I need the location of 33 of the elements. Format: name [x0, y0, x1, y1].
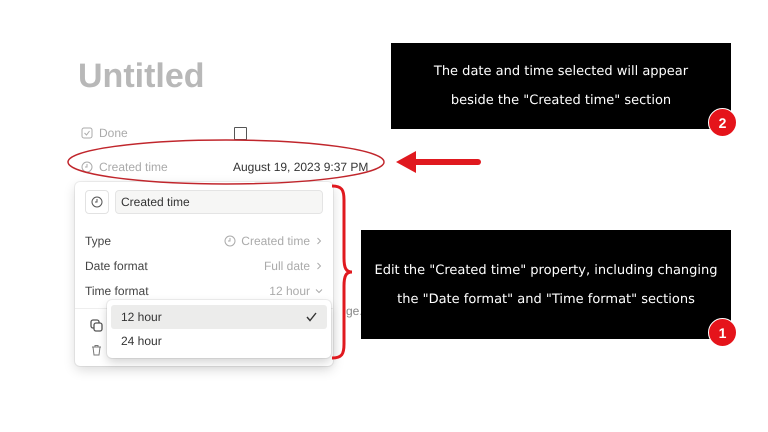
duplicate-icon[interactable]: [90, 319, 103, 332]
option-label: Type: [85, 234, 112, 248]
name-field[interactable]: Created time: [115, 190, 323, 214]
property-value: August 19, 2023 9:37 PM: [233, 160, 368, 174]
option-label: Date format: [85, 258, 148, 272]
step-badge: 2: [708, 108, 737, 137]
menu-option[interactable]: Date format Full date: [85, 253, 323, 278]
clock-icon: [224, 234, 236, 246]
annotation-text: Edit the "Created time" property, including changing the "Date format" and "Time format" sections: [373, 262, 718, 308]
check-icon: [306, 312, 317, 322]
chevron-right-icon: [315, 262, 323, 270]
property-label: Created time: [99, 160, 168, 174]
body-text: ge.: [346, 304, 363, 318]
menu-option[interactable]: Time format 12 hour: [85, 278, 323, 303]
icon-button[interactable]: [85, 190, 109, 214]
checkbox[interactable]: [234, 126, 247, 140]
option-value: 12 hour: [269, 284, 310, 298]
clock-icon: [91, 196, 103, 208]
menu-option[interactable]: 12 hour: [111, 305, 327, 329]
clock-icon: [81, 161, 93, 173]
option-label: Time format: [85, 284, 149, 298]
page-title: Untitled: [78, 56, 205, 97]
option-value: Created time: [241, 234, 310, 248]
menu-option[interactable]: Type Created time: [85, 228, 323, 253]
menu-option[interactable]: 24 hour: [111, 329, 327, 353]
chevron-right-icon: [315, 236, 323, 244]
annotation-text: The date and time selected will appear beside the "Created time" section: [432, 63, 690, 110]
chevron-down-icon: [315, 286, 323, 294]
step-badge: 1: [708, 318, 737, 347]
checkbox-icon: [81, 127, 93, 139]
option-value: Full date: [264, 258, 310, 272]
trash-icon[interactable]: [91, 344, 102, 356]
property-label: Done: [99, 126, 128, 140]
